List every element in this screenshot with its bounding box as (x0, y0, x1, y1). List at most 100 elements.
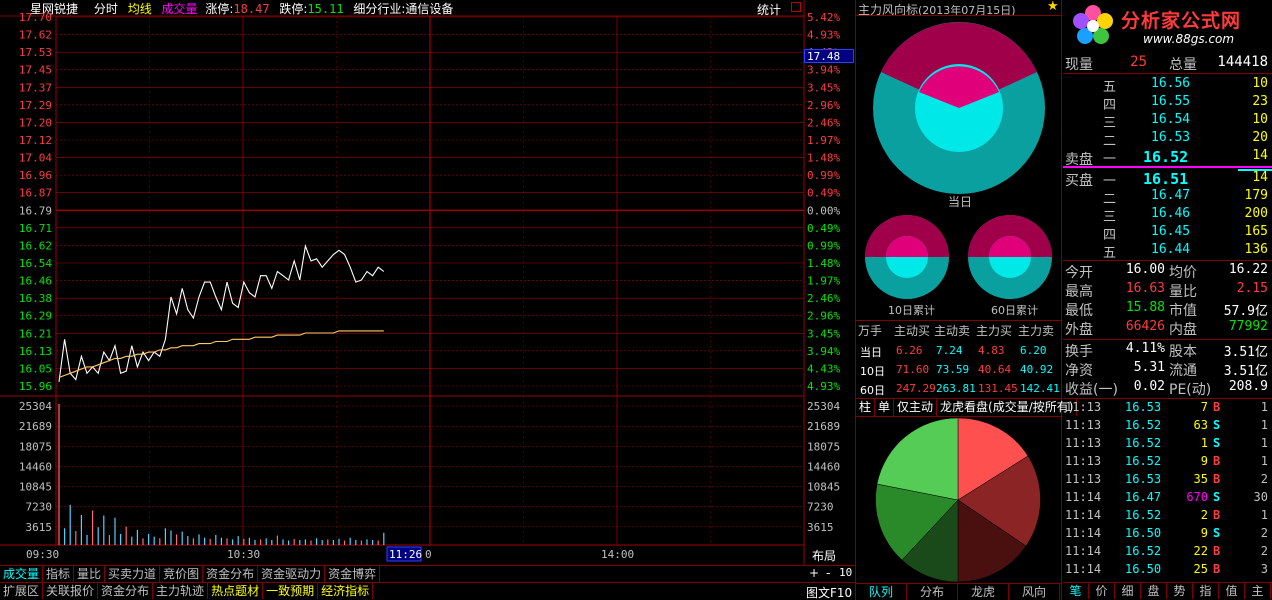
longhu-tab-2[interactable]: 仅主动 (894, 399, 938, 416)
tick-row[interactable]: 11:13 16.53 35 B 2 (1063, 472, 1272, 490)
tick-list[interactable]: 11:13 16.53 7 B 1 11:13 16.52 63 S 1 11:13 16.52 1 S 1… (1063, 398, 1272, 581)
tick-row[interactable]: 11:13 16.52 9 B 1 (1063, 454, 1272, 472)
extension-tab-0[interactable]: 扩展区 (0, 583, 44, 599)
price-axis-label: 16.29 (19, 310, 52, 323)
right-bottom-tab-3[interactable]: 盘 (1141, 583, 1167, 599)
stat-row: 换手 4.11% 股本 3.51亿 (1063, 341, 1272, 360)
indicator-tab-0[interactable]: 成交量 (0, 566, 44, 583)
right-bottom-tab-1[interactable]: 价 (1089, 583, 1115, 599)
right-bottom-tab-5[interactable]: 指 (1193, 583, 1219, 599)
tick-row[interactable]: 11:14 16.52 22 B 2 (1063, 544, 1272, 562)
indicator-tab-3[interactable]: 买卖力道 (105, 566, 161, 583)
tick-n: 1 (1260, 418, 1268, 432)
ask-level-row[interactable]: 二 16.53 20 (1063, 130, 1272, 149)
stat-value: 3.51亿 (1223, 345, 1268, 360)
fund-table-header-cell: 主力卖 (1018, 324, 1055, 338)
tick-side: S (1213, 418, 1221, 432)
tick-vol: 22 (1193, 544, 1208, 558)
tick-row[interactable]: 11:14 16.50 25 B 3 (1063, 562, 1272, 580)
indicator-tab-6[interactable]: 资金驱动力 (258, 566, 326, 583)
right-bottom-tab-0[interactable]: 笔 (1063, 583, 1089, 599)
extension-tab-2[interactable]: 资金分布 (98, 583, 154, 599)
bid-level-row[interactable]: 五 16.44 136 (1063, 242, 1272, 261)
tick-side: B (1213, 544, 1221, 558)
extension-tab-3[interactable]: 主力轨迹 (153, 583, 209, 599)
tick-row[interactable]: 11:13 16.52 1 S 1 (1063, 436, 1272, 454)
level-price: 16.44 (1151, 242, 1191, 257)
tick-row[interactable]: 11:14 16.52 2 B 1 (1063, 508, 1272, 526)
indicator-tab-2[interactable]: 量比 (74, 566, 106, 583)
bid-level-row[interactable]: 一 16.51 14 (1063, 170, 1272, 189)
level-label: 二 (1103, 134, 1117, 149)
period-button[interactable]: 10 (839, 566, 852, 579)
fund-table-row: 10日 71.60 73.59 40.64 40.92 (856, 361, 1061, 379)
stat-value: 16.63 (1125, 281, 1165, 296)
tick-row[interactable]: 11:14 16.50 9 S 2 (1063, 526, 1272, 544)
stat-value: 15.88 (1125, 300, 1165, 315)
level-label: 五 (1103, 246, 1117, 261)
intraday-chart-area[interactable]: 星网锐捷 分时 均线 成交量 涨停:18.47 跌停:15.11 细分行业:通信… (0, 0, 855, 565)
level-label: 一 (1103, 152, 1117, 167)
longhu-tab-1[interactable]: 单 (875, 399, 895, 416)
avg-price-line (58, 330, 384, 379)
indicator-tabs: 成交量 指标 量比 买卖力道 竞价图 资金分布 资金驱动力 资金博弈 (0, 566, 855, 583)
mid-bottom-tab-0[interactable]: 队列 (856, 584, 907, 600)
layout-button[interactable]: 布局 (812, 547, 836, 564)
total-vol: 144418 (1217, 54, 1268, 70)
level-price: 16.46 (1151, 206, 1191, 221)
stat-label: 流通 (1169, 363, 1197, 379)
order-book: 五 16.56 10 四 16.55 23 三 16.54 10 二 16.53 20 一 16.52 14… (1063, 74, 1272, 261)
pct-axis-label: 5.42% (807, 11, 840, 24)
fund-row-value: 40.64 (978, 363, 1012, 376)
mid-bottom-tab-2[interactable]: 龙虎 (958, 584, 1009, 600)
fund-row-value: 131.45 (978, 382, 1018, 395)
stat-value: 66426 (1125, 319, 1165, 334)
extension-tab-1[interactable]: 关联报价 (43, 583, 99, 599)
star-icon[interactable]: ★ (1047, 0, 1059, 14)
bid-level-row[interactable]: 四 16.45 165 (1063, 224, 1272, 243)
fund-table-header-cell: 主动卖 (934, 324, 971, 338)
right-bottom-tab-7[interactable]: 主 (1245, 583, 1271, 599)
right-bottom-tab-4[interactable]: 势 (1167, 583, 1193, 599)
indicator-tab-4[interactable]: 竞价图 (160, 566, 204, 583)
longhu-tab-0[interactable]: 柱 (856, 399, 876, 416)
zoom-in-button[interactable]: + (809, 566, 819, 580)
pct-axis-label: 3.94% (807, 64, 840, 77)
extension-tab-5[interactable]: 一致预期 (263, 583, 319, 599)
indicator-tab-1[interactable]: 指标 (43, 566, 75, 583)
ask-level-row[interactable]: 三 16.54 10 (1063, 112, 1272, 131)
bid-level-row[interactable]: 二 16.47 179 (1063, 188, 1272, 207)
price-axis-label: 16.46 (19, 275, 52, 288)
price-axis-label: 16.05 (19, 362, 52, 375)
logo: 分析家公式网 www.88gs.com (1063, 0, 1272, 52)
price-axis-label: 16.71 (19, 222, 52, 235)
tick-vol: 35 (1193, 472, 1208, 486)
tick-side: S (1213, 436, 1221, 450)
extension-tab-6[interactable]: 经济指标 (318, 583, 374, 599)
pct-axis-label: 0.99% (807, 169, 840, 182)
longhu-tab-3[interactable]: 龙虎看盘(成交量/按所有) (937, 399, 1078, 416)
tick-row[interactable]: 11:14 16.47 670 S 30 (1063, 490, 1272, 508)
tick-side: S (1213, 490, 1221, 504)
logo-text: 分析家公式网 (1121, 10, 1242, 32)
fund-table-header-cell: 主力买 (976, 324, 1013, 338)
price-axis-label: 17.70 (19, 11, 52, 24)
indicator-tab-7[interactable]: 资金博弈 (325, 566, 381, 583)
tick-row[interactable]: 11:13 16.52 63 S 1 (1063, 418, 1272, 436)
bid-level-row[interactable]: 三 16.46 200 (1063, 206, 1272, 225)
f10-button[interactable]: 图文F10 (806, 584, 852, 600)
ask-level-row[interactable]: 五 16.56 10 (1063, 76, 1272, 95)
right-bottom-tab-2[interactable]: 细 (1115, 583, 1141, 599)
level-label: 四 (1103, 228, 1117, 243)
right-bottom-tab-6[interactable]: 值 (1219, 583, 1245, 599)
zoom-out-button[interactable]: - (826, 566, 830, 580)
tick-row[interactable]: 11:13 16.53 7 B 1 (1063, 400, 1272, 418)
ask-level-row[interactable]: 四 16.55 23 (1063, 94, 1272, 113)
mid-bottom-tab-1[interactable]: 分布 (907, 584, 958, 600)
level-volume: 179 (1244, 188, 1268, 203)
extension-tab-4[interactable]: 热点题材 (208, 583, 264, 599)
indicator-tab-5[interactable]: 资金分布 (203, 566, 259, 583)
ask-level-row[interactable]: 一 16.52 14 (1063, 148, 1272, 167)
mid-bottom-tab-3[interactable]: 风向 (1009, 584, 1060, 600)
tick-price: 16.47 (1125, 490, 1162, 504)
